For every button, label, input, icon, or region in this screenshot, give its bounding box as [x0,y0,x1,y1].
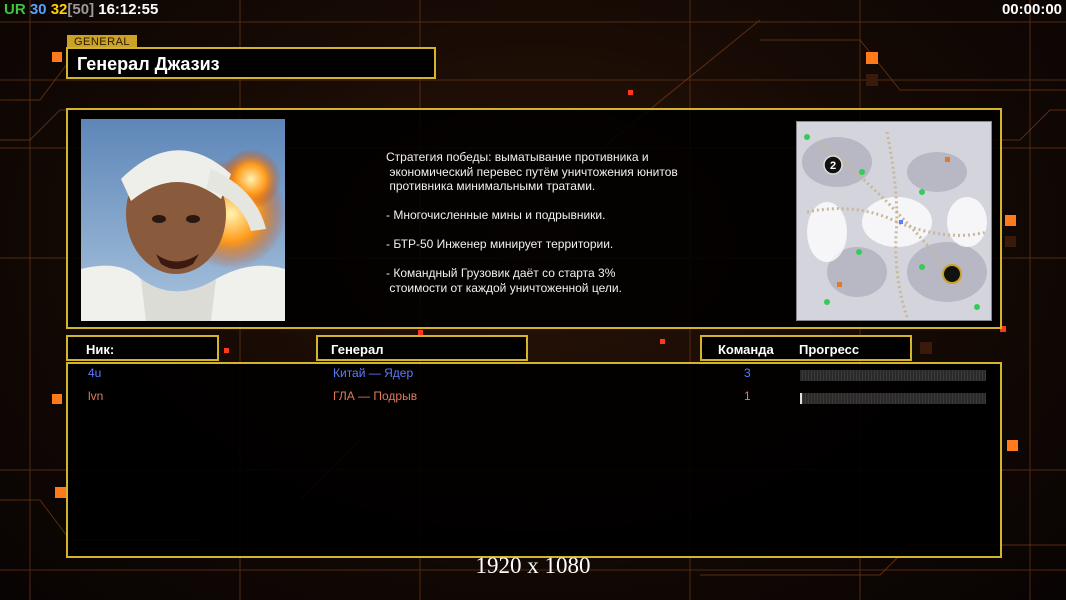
player-row[interactable]: lvn ГЛА — Подрыв 1 [68,389,1000,409]
general-info-panel: Стратегия победы: выматывание противника… [66,108,1002,329]
description-line: - Командный Грузовик даёт со старта 3% с… [386,266,622,295]
hud-clock: 16:12:55 [98,1,159,18]
header-team-label: Команда [718,342,774,357]
header-nick: Ник: [66,335,219,361]
player-progress-bar [800,393,986,404]
general-title: Генерал Джазиз [77,54,220,74]
description-line: Стратегия победы: выматывание противника… [386,150,678,193]
player-nick: lvn [88,389,104,403]
player-general: ГЛА — Подрыв [333,389,418,403]
player-team: 3 [744,366,751,380]
player-general: Китай — Ядер [333,366,414,380]
resolution-label: 1920 x 1080 [475,553,591,578]
hud-fps: 30 [29,1,47,18]
hud-players: 32 [50,1,68,18]
general-portrait [81,119,285,321]
hud-ur: UR [4,1,26,18]
hud-max: [50] [67,1,95,18]
player-list: 4u Китай — Ядер 3 lvn ГЛА — Подрыв 1 [66,362,1002,558]
progress-fill [800,393,802,404]
player-nick: 4u [88,366,102,380]
header-team-progress: Команда Прогресс [700,335,912,361]
general-description: Стратегия победы: выматывание противника… [386,150,746,310]
description-line: - БТР-50 Инженер минирует территории. [386,237,614,251]
description-line: - Многочисленные мины и подрывники. [386,208,606,222]
header-general-label: Генерал [331,342,384,357]
header-general: Генерал [316,335,528,361]
player-team: 1 [744,389,751,403]
game-timer: 00:00:00 [1001,1,1062,18]
header-progress-label: Прогресс [799,342,860,357]
player-row[interactable]: 4u Китай — Ядер 3 [68,366,1000,386]
map-preview: 2 [796,121,992,321]
header-nick-label: Ник: [86,342,115,357]
player-progress-bar [800,370,986,381]
svg-text:2: 2 [830,160,836,172]
general-title-box: Генерал Джазиз [66,47,436,79]
hud-status: UR 30 32[50] 16:12:55 [4,1,158,18]
